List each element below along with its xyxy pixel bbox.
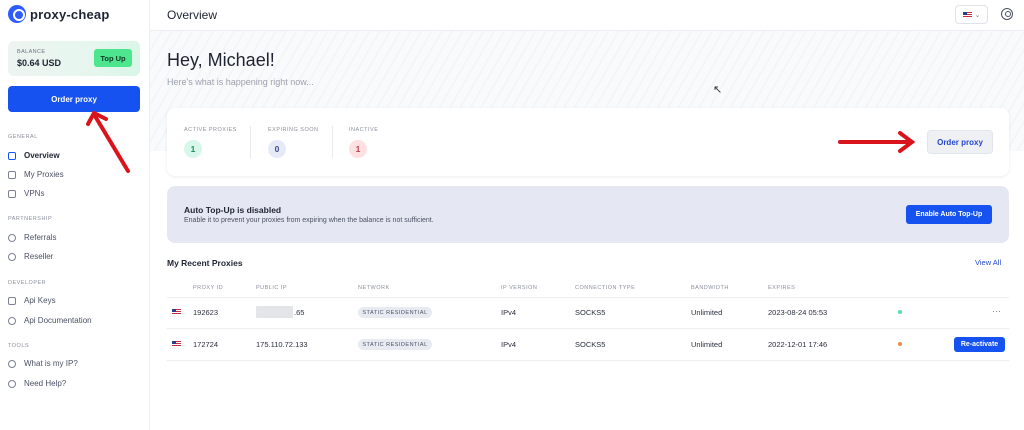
sidebar-item-label: Overview: [24, 151, 60, 160]
banner-title: Auto Top-Up is disabled: [184, 205, 282, 215]
divider: [167, 328, 1009, 329]
column-header: CONNECTION TYPE: [575, 285, 636, 291]
banner-subtitle: Enable it to prevent your proxies from e…: [184, 217, 434, 224]
column-header: NETWORK: [358, 285, 390, 291]
us-flag-icon: [962, 11, 972, 18]
nav-section-general: GENERAL: [8, 134, 38, 140]
topbar: Overview ⌄: [150, 0, 1024, 31]
sidebar-item-need-help[interactable]: Need Help?: [8, 379, 66, 388]
column-header: PROXY ID: [193, 285, 224, 291]
stat-label: INACTIVE: [349, 127, 379, 133]
redacted-ip-mask: [256, 306, 293, 318]
connection-type: SOCKS5: [575, 308, 606, 317]
sidebar-item-label: Api Keys: [24, 296, 56, 305]
divider: [332, 126, 333, 158]
sidebar-item-api-keys[interactable]: Api Keys: [8, 296, 56, 305]
network-chip: STATIC RESIDENTIAL: [358, 339, 432, 350]
doc-icon: [8, 316, 16, 325]
nav-section-developer: DEVELOPER: [8, 280, 47, 286]
dollar-icon: [8, 233, 16, 242]
sidebar-item-label: What is my IP?: [24, 359, 78, 368]
sidebar-item-label: Need Help?: [24, 379, 67, 388]
us-flag-icon: [172, 309, 181, 315]
brand-name: proxy-cheap: [30, 6, 110, 22]
chevron-down-icon: ⌄: [974, 11, 981, 19]
stat-label: ACTIVE PROXIES: [184, 127, 237, 133]
mouse-cursor-icon: ↖: [713, 84, 723, 96]
public-ip: 175.110.72.133: [256, 340, 308, 349]
sidebar-item-referrals[interactable]: Referrals: [8, 233, 56, 242]
divider: [167, 360, 1009, 361]
key-icon: [8, 296, 16, 305]
stat-inactive[interactable]: INACTIVE 1: [349, 127, 378, 158]
page-title: Overview: [167, 8, 218, 22]
language-select[interactable]: ⌄: [955, 5, 988, 24]
stat-value: 0: [268, 140, 286, 158]
ip-version: IPv4: [501, 340, 517, 349]
bandwidth: Unlimited: [691, 340, 723, 349]
reseller-icon: [8, 252, 16, 261]
nav-section-partnership: PARTNERSHIP: [8, 216, 53, 222]
sidebar-item-reseller[interactable]: Reseller: [8, 252, 53, 261]
sidebar-item-my-proxies[interactable]: My Proxies: [8, 170, 64, 179]
balance-label: BALANCE: [17, 49, 46, 55]
connection-type: SOCKS5: [575, 340, 606, 349]
expires: 2023-08-24 05:53: [768, 308, 828, 317]
proxies-icon: [8, 170, 16, 179]
more-actions-icon[interactable]: ···: [992, 306, 1001, 316]
user-icon[interactable]: [1001, 8, 1013, 20]
balance-value: $0.64 USD: [17, 58, 62, 68]
stat-expiring-soon[interactable]: EXPIRING SOON 0: [268, 127, 319, 158]
stat-label: EXPIRING SOON: [268, 127, 319, 133]
sidebar-item-what-is-my-ip[interactable]: What is my IP?: [8, 359, 78, 368]
enable-auto-topup-button[interactable]: Enable Auto Top-Up: [906, 205, 992, 224]
column-header: EXPIRES: [768, 285, 796, 291]
expires: 2022-12-01 17:46: [768, 340, 828, 349]
proxy-id: 192623: [193, 308, 219, 317]
sidebar-order-proxy-button[interactable]: Order proxy: [8, 86, 140, 112]
logo-icon: [8, 5, 26, 23]
sidebar-item-api-documentation[interactable]: Api Documentation: [8, 316, 92, 325]
stat-value: 1: [349, 140, 367, 158]
pin-icon: [8, 359, 16, 368]
status-dot: [898, 342, 902, 346]
us-flag-icon: [172, 341, 181, 347]
vpn-icon: [8, 189, 16, 198]
sidebar-item-overview[interactable]: Overview: [8, 151, 60, 160]
column-header: IP VERSION: [501, 285, 538, 291]
sidebar-item-label: Referrals: [24, 233, 57, 242]
status-dot: [898, 310, 902, 314]
column-header: PUBLIC IP: [256, 285, 288, 291]
brand-logo[interactable]: proxy-cheap: [8, 5, 110, 23]
order-proxy-button[interactable]: Order proxy: [927, 130, 993, 154]
reactivate-button[interactable]: Re-activate: [954, 337, 1005, 352]
divider: [167, 297, 1009, 298]
balance-card: BALANCE $0.64 USD Top Up: [8, 41, 140, 76]
overview-icon: [8, 151, 16, 160]
sidebar-item-label: My Proxies: [24, 170, 64, 179]
network-chip: STATIC RESIDENTIAL: [358, 307, 432, 318]
top-up-button[interactable]: Top Up: [94, 49, 132, 67]
stat-active-proxies[interactable]: ACTIVE PROXIES 1: [184, 127, 237, 158]
sidebar-item-label: VPNs: [24, 189, 45, 198]
sidebar-item-vpns[interactable]: VPNs: [8, 189, 44, 198]
public-ip: .65: [294, 308, 305, 317]
proxy-id: 172724: [193, 340, 219, 349]
divider: [250, 126, 251, 158]
help-icon: [8, 379, 16, 388]
nav-section-tools: TOOLS: [8, 343, 30, 349]
ip-version: IPv4: [501, 308, 517, 317]
stat-value: 1: [184, 140, 202, 158]
recent-proxies-title: My Recent Proxies: [167, 258, 243, 268]
column-header: BANDWIDTH: [691, 285, 729, 291]
sidebar-item-label: Reseller: [24, 252, 54, 261]
greeting: Hey, Michael!: [167, 50, 275, 70]
bandwidth: Unlimited: [691, 308, 723, 317]
stats-card: ACTIVE PROXIES 1 EXPIRING SOON 0 INACTIV…: [167, 108, 1009, 176]
auto-topup-banner: Auto Top-Up is disabled Enable it to pre…: [167, 186, 1009, 243]
view-all-link[interactable]: View All: [975, 258, 1001, 267]
sidebar: proxy-cheap BALANCE $0.64 USD Top Up Ord…: [0, 0, 150, 430]
sidebar-item-label: Api Documentation: [24, 316, 92, 325]
subgreeting: Here's what is happening right now...: [167, 77, 314, 87]
